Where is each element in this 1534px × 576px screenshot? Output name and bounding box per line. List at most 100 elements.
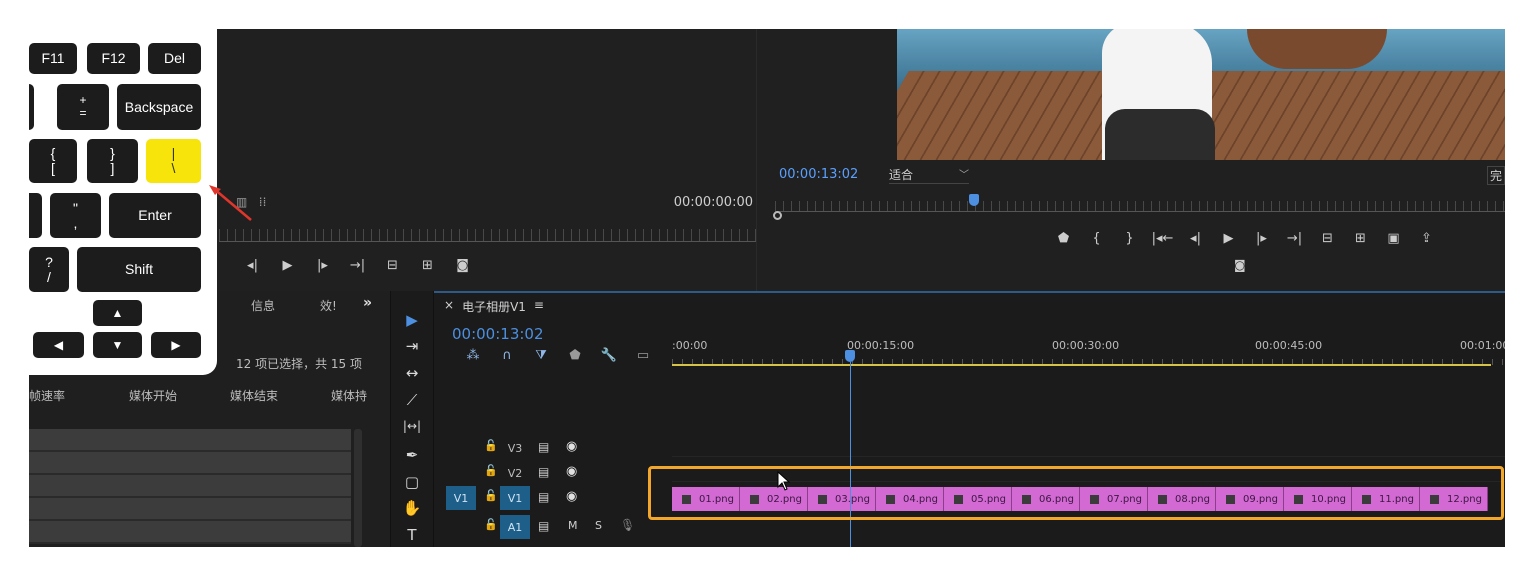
insert-button[interactable]: ⊟ bbox=[375, 258, 410, 273]
column-media-start[interactable]: 媒体开始 bbox=[129, 387, 230, 404]
add-marker-button[interactable]: ⬟ bbox=[1047, 231, 1080, 246]
captions-icon[interactable]: ▭ bbox=[626, 348, 660, 363]
track-name[interactable]: V2 bbox=[500, 461, 530, 485]
timeline-clip[interactable]: 03.png bbox=[808, 487, 876, 511]
tab-effects[interactable]: 效! bbox=[320, 297, 337, 314]
timeline-clip[interactable]: 05.png bbox=[944, 487, 1012, 511]
timeline-clip[interactable]: 04.png bbox=[876, 487, 944, 511]
playback-resolution-dropdown[interactable]: 完 bbox=[1486, 166, 1505, 185]
wrench-icon[interactable]: 🔧 bbox=[592, 348, 626, 363]
timeline-clip[interactable]: 06.png bbox=[1012, 487, 1080, 511]
lock-icon[interactable]: 🔓 bbox=[484, 489, 498, 502]
close-icon[interactable]: × bbox=[444, 298, 454, 315]
eye-icon[interactable]: ◉ bbox=[566, 464, 577, 479]
export-frame-camera-icon[interactable]: ◙ bbox=[445, 258, 480, 273]
extract-button[interactable]: ⊞ bbox=[1344, 231, 1377, 246]
column-media-end[interactable]: 媒体结束 bbox=[230, 387, 331, 404]
go-to-out-button[interactable]: →| bbox=[340, 258, 375, 273]
track-lane-v3[interactable] bbox=[672, 433, 1505, 457]
tab-info[interactable]: 信息 bbox=[251, 297, 275, 314]
slip-tool[interactable]: |↔| bbox=[399, 419, 425, 433]
play-button[interactable]: ▶ bbox=[1212, 231, 1245, 246]
pen-tool[interactable]: ✒ bbox=[399, 446, 425, 464]
timeline-playhead[interactable] bbox=[845, 350, 855, 362]
eye-icon[interactable]: ◉ bbox=[566, 439, 577, 454]
track-lane-v2[interactable] bbox=[672, 458, 1505, 482]
ripple-edit-tool[interactable]: ↔ bbox=[399, 364, 425, 382]
source-ruler[interactable] bbox=[219, 229, 767, 241]
go-to-in-button[interactable]: |◂← bbox=[1146, 231, 1179, 246]
step-forward-button[interactable]: |▸ bbox=[1245, 231, 1278, 246]
timeline-clip[interactable]: 01.png bbox=[672, 487, 740, 511]
timeline-clip[interactable]: 09.png bbox=[1216, 487, 1284, 511]
fit-dropdown[interactable]: 适合 ﹀ bbox=[889, 166, 969, 184]
column-frame-rate[interactable]: 帧速率 bbox=[29, 387, 129, 404]
timeline-clip[interactable]: 12.png bbox=[1420, 487, 1488, 511]
timeline-clip[interactable]: 11.png bbox=[1352, 487, 1420, 511]
panel-overflow-button[interactable]: » bbox=[363, 295, 372, 311]
track-name[interactable]: V3 bbox=[500, 436, 530, 460]
go-to-out-button[interactable]: →| bbox=[1278, 231, 1311, 246]
program-playhead[interactable] bbox=[969, 194, 979, 206]
list-item[interactable] bbox=[29, 475, 351, 498]
column-media-duration[interactable]: 媒体持 bbox=[331, 387, 391, 404]
track-select-tool[interactable]: ⇥ bbox=[399, 337, 425, 355]
mark-in-button[interactable]: { bbox=[1080, 231, 1113, 246]
key-brace-right: } ] bbox=[87, 139, 138, 183]
type-tool[interactable]: T bbox=[399, 526, 425, 544]
timeline-tab[interactable]: × 电子相册V1 ≡ bbox=[444, 298, 544, 315]
solo-button[interactable]: S bbox=[595, 519, 602, 532]
timeline-ruler[interactable]: :00:00 00:00:15:00 00:00:30:00 00:00:45:… bbox=[672, 335, 1505, 365]
program-timecode[interactable]: 00:00:13:02 bbox=[779, 167, 858, 182]
sequence-name[interactable]: 电子相册V1 bbox=[462, 298, 526, 315]
step-back-button[interactable]: ◂| bbox=[1179, 231, 1212, 246]
lift-button[interactable]: ⊟ bbox=[1311, 231, 1344, 246]
sync-lock-icon[interactable]: ▤ bbox=[538, 490, 549, 504]
key-arrow-right: ▶ bbox=[151, 332, 201, 358]
razor-tool[interactable]: ⟋ bbox=[399, 391, 425, 409]
step-forward-button[interactable]: |▸ bbox=[305, 258, 340, 273]
program-ruler[interactable] bbox=[775, 201, 1505, 211]
hand-tool[interactable]: ✋ bbox=[399, 499, 425, 517]
program-in-point-handle[interactable] bbox=[773, 211, 782, 220]
timeline-clip[interactable]: 07.png bbox=[1080, 487, 1148, 511]
sync-lock-icon[interactable]: ▤ bbox=[538, 440, 549, 454]
track-name[interactable]: A1 bbox=[500, 515, 530, 539]
list-item[interactable] bbox=[29, 452, 351, 475]
sync-lock-icon[interactable]: ▤ bbox=[538, 519, 549, 533]
timeline-timecode[interactable]: 00:00:13:02 bbox=[452, 325, 544, 343]
source-patch-v1[interactable]: V1 bbox=[446, 486, 476, 510]
track-name[interactable]: V1 bbox=[500, 486, 530, 510]
lock-icon[interactable]: 🔓 bbox=[484, 439, 498, 452]
work-area-bar[interactable] bbox=[672, 364, 1491, 366]
snap-magnet-icon[interactable]: ∩ bbox=[490, 348, 524, 363]
timeline-clip[interactable]: 10.png bbox=[1284, 487, 1352, 511]
microphone-icon[interactable]: 🎙 bbox=[620, 518, 635, 532]
mute-button[interactable]: M bbox=[568, 519, 578, 532]
list-item[interactable] bbox=[29, 521, 351, 544]
selection-tool[interactable]: ▶ bbox=[399, 311, 425, 329]
nest-icon[interactable]: ⁂ bbox=[456, 348, 490, 363]
overwrite-button[interactable]: ⊞ bbox=[410, 258, 445, 273]
list-item[interactable] bbox=[29, 429, 351, 452]
linked-selection-icon[interactable]: ⧩ bbox=[524, 348, 558, 363]
eye-icon[interactable]: ◉ bbox=[566, 489, 577, 504]
play-button[interactable]: ▶ bbox=[270, 258, 305, 273]
list-item[interactable] bbox=[29, 498, 351, 521]
comparison-view-button[interactable]: ▣ bbox=[1377, 231, 1410, 246]
rectangle-tool[interactable]: ▢ bbox=[399, 473, 425, 491]
step-back-button[interactable]: ◂| bbox=[235, 258, 270, 273]
project-scrollbar[interactable] bbox=[354, 429, 362, 547]
mark-out-button[interactable]: } bbox=[1113, 231, 1146, 246]
add-marker-icon[interactable]: ⬟ bbox=[558, 348, 592, 363]
menu-icon[interactable]: ≡ bbox=[534, 298, 544, 315]
export-frame-camera-icon[interactable]: ◙ bbox=[1234, 258, 1246, 272]
export-button[interactable]: ⇪ bbox=[1410, 231, 1443, 246]
timeline-clip[interactable]: 02.png bbox=[740, 487, 808, 511]
sync-lock-icon[interactable]: ▤ bbox=[538, 465, 549, 479]
track-lane-a1[interactable] bbox=[672, 543, 1505, 547]
program-video-frame bbox=[897, 29, 1505, 160]
timeline-clip[interactable]: 08.png bbox=[1148, 487, 1216, 511]
lock-icon[interactable]: 🔓 bbox=[484, 464, 498, 477]
lock-icon[interactable]: 🔓 bbox=[484, 518, 498, 531]
